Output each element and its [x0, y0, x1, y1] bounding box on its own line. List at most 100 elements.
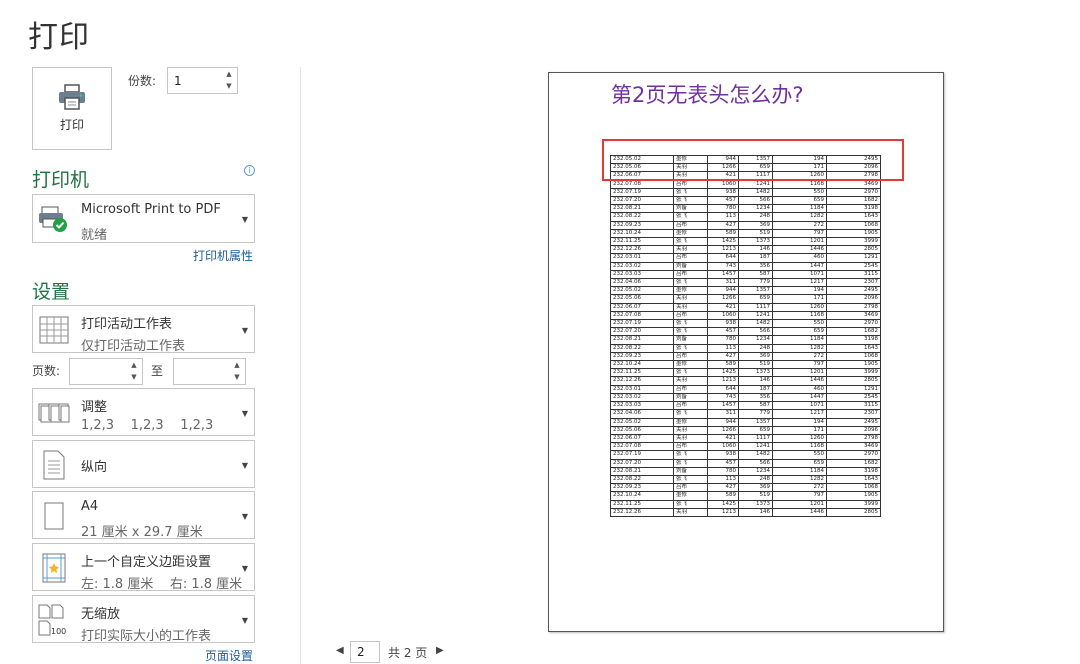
table-cell: 644 [707, 384, 739, 394]
print-scope-select[interactable]: 打印活动工作表 仅打印活动工作表 ▼ [32, 305, 255, 354]
page-to-stepper[interactable]: ▲ ▼ [173, 358, 246, 385]
table-cell: 272 [772, 483, 827, 493]
table-cell: 587 [738, 401, 773, 411]
prev-page-icon[interactable]: ◀ [336, 645, 344, 656]
table-cell: 2495 [826, 286, 881, 296]
table-row: 232.07.19 张飞 938 1482 550 2970 [610, 187, 881, 198]
table-cell: 2096 [826, 425, 881, 435]
table-cell: 659 [772, 458, 827, 468]
table-cell: 关羽 [673, 302, 708, 312]
total-pages: 共 2 页 [388, 646, 428, 660]
table-row: 232.11.25 张飞 1425 1373 1201 3999 [610, 368, 881, 378]
table-row: 232.05.06 关羽 1266 659 171 2096 [610, 294, 881, 304]
next-page-icon[interactable]: ▶ [436, 645, 444, 656]
paper-size-sub: 21 厘米 x 29.7 厘米 [81, 525, 203, 540]
scaling-select[interactable]: 100 无缩放 打印实际大小的工作表 ▼ [32, 595, 255, 644]
page-setup-link[interactable]: 页面设置 [205, 647, 253, 664]
table-cell: 张飞 [673, 409, 708, 419]
table-cell: 吕布 [673, 253, 708, 263]
table-row: 232.08.22 张飞 113 248 1282 1643 [610, 212, 881, 222]
chevron-down-icon: ▼ [241, 326, 248, 335]
table-cell: 张飞 [673, 187, 708, 198]
table-cell: 1447 [772, 261, 827, 271]
table-cell: 张飞 [673, 319, 708, 329]
table-cell: 550 [772, 187, 827, 198]
copies-label: 份数: [128, 74, 157, 88]
table-cell: 938 [707, 450, 739, 460]
table-cell: 644 [707, 253, 739, 263]
table-cell: 356 [738, 392, 773, 403]
stepper-down-icon[interactable]: ▼ [229, 371, 245, 383]
table-row: 232.09.23 吕布 427 369 272 1068 [610, 351, 881, 362]
stepper-up-icon[interactable]: ▲ [221, 68, 237, 80]
table-cell: 171 [772, 425, 827, 435]
table-cell: 1241 [738, 179, 773, 189]
panel-divider [300, 67, 301, 664]
table-cell: 232.07.19 [610, 319, 674, 329]
table-cell: 3198 [826, 335, 881, 345]
table-row: 232.08.21 刘备 780 1234 1184 3198 [610, 204, 881, 214]
table-cell: 1241 [738, 442, 773, 452]
table-cell: 457 [707, 458, 739, 468]
table-cell: 2545 [826, 392, 881, 403]
page-from-stepper[interactable]: ▲ ▼ [69, 358, 143, 385]
table-cell: 248 [738, 343, 773, 353]
table-cell: 1373 [738, 237, 773, 247]
printer-select[interactable]: Microsoft Print to PDF 就绪 ▼ [32, 194, 255, 243]
table-cell: 1184 [772, 204, 827, 214]
table-cell: 194 [772, 417, 827, 427]
print-button-label: 打印 [59, 118, 84, 132]
table-cell: 关羽 [673, 433, 708, 444]
table-cell: 232.12.26 [610, 507, 674, 517]
collate-select[interactable]: 调整 1,2,3 1,2,3 1,2,3 ▼ [32, 388, 255, 436]
table-row: 232.05.06 关羽 1266 659 171 2096 [610, 425, 881, 435]
table-cell: 460 [772, 253, 827, 263]
table-cell: 1682 [826, 196, 881, 206]
table-cell: 797 [772, 491, 827, 501]
paper-size-main: A4 [81, 499, 99, 514]
scaling-main: 无缩放 [81, 607, 121, 622]
table-cell: 1446 [772, 376, 827, 386]
stepper-down-icon[interactable]: ▼ [126, 371, 142, 383]
table-cell: 刘备 [673, 261, 708, 271]
table-cell: 2805 [826, 507, 881, 517]
stepper-up-icon[interactable]: ▲ [229, 359, 245, 371]
table-cell: 780 [707, 204, 739, 214]
orientation-select[interactable]: 纵向 ▼ [32, 440, 255, 488]
stepper-down-icon[interactable]: ▼ [221, 80, 237, 92]
table-cell: 232.04.06 [610, 278, 674, 288]
table-cell: 3198 [826, 466, 881, 476]
current-page-input[interactable]: 2 [350, 641, 380, 663]
paper-size-select[interactable]: A4 21 厘米 x 29.7 厘米 ▼ [32, 491, 255, 540]
print-button[interactable]: 打印 [32, 67, 112, 150]
info-icon[interactable]: i [244, 165, 255, 176]
table-cell: 232.06.07 [610, 302, 674, 312]
margins-select[interactable]: 上一个自定义边距设置 左: 1.8 厘米 右: 1.8 厘米 ▼ [32, 543, 255, 592]
table-cell: 1643 [826, 474, 881, 485]
table-row: 232.04.06 张飞 311 779 1217 2307 [610, 409, 881, 419]
table-cell: 659 [772, 327, 827, 337]
stepper-up-icon[interactable]: ▲ [126, 359, 142, 371]
table-cell: 457 [707, 327, 739, 337]
table-cell: 938 [707, 187, 739, 198]
table-cell: 566 [738, 327, 773, 337]
table-cell: 232.10.24 [610, 228, 674, 239]
table-cell: 2970 [826, 450, 881, 460]
printer-properties-link[interactable]: 打印机属性 [193, 247, 253, 264]
table-cell: 1068 [826, 351, 881, 362]
table-row: 232.04.06 张飞 311 779 1217 2307 [610, 278, 881, 288]
table-cell: 1905 [826, 228, 881, 239]
table-cell: 1482 [738, 319, 773, 329]
sheet-grid-icon [37, 314, 71, 346]
table-cell: 113 [707, 343, 739, 353]
table-cell: 1425 [707, 368, 739, 378]
table-row: 232.03.02 刘备 743 356 1447 2545 [610, 392, 881, 403]
settings-heading: 设置 [32, 281, 71, 303]
table-row: 232.12.26 关羽 1213 146 1446 2805 [610, 507, 881, 517]
table-row: 232.03.02 刘备 743 356 1447 2545 [610, 261, 881, 271]
table-cell: 关羽 [673, 376, 708, 386]
copies-stepper[interactable]: 1 ▲ ▼ [167, 67, 238, 94]
table-cell: 关羽 [673, 245, 708, 255]
table-cell: 吕布 [673, 442, 708, 452]
table-cell: 589 [707, 491, 739, 501]
